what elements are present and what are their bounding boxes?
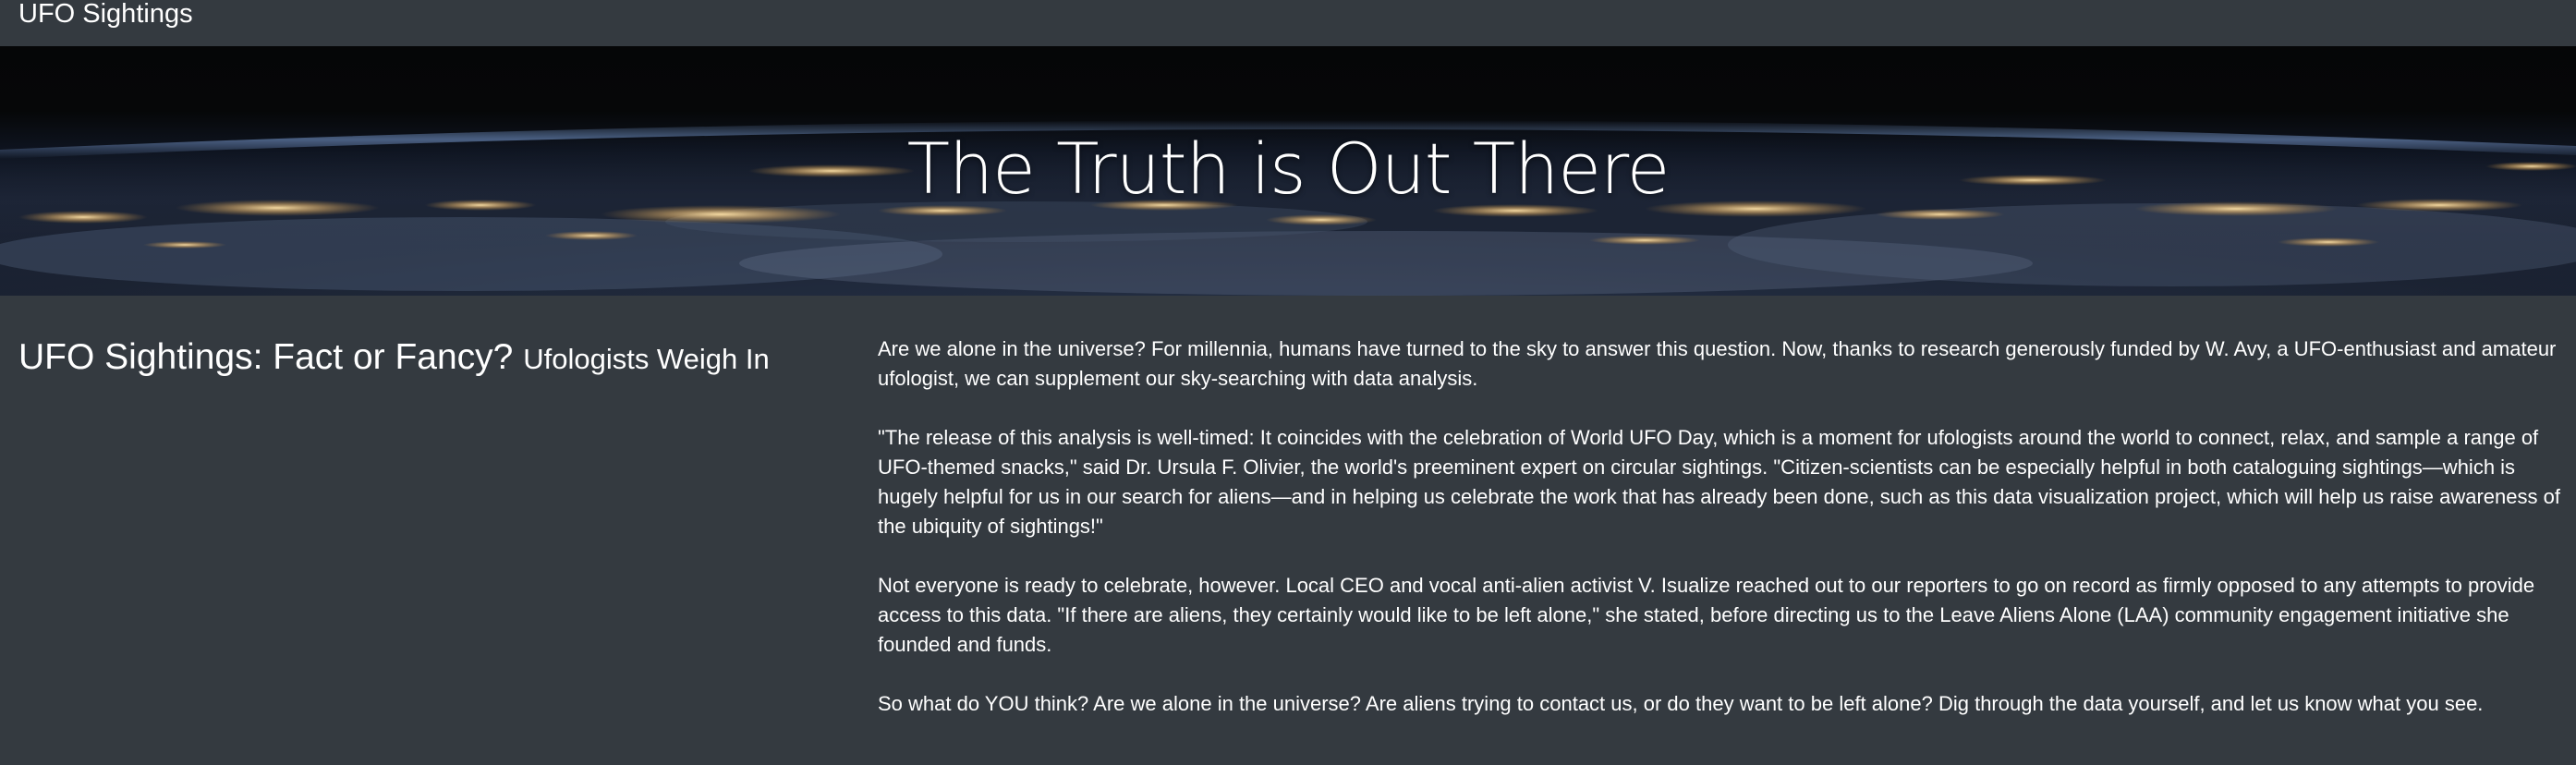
article-paragraph: "The release of this analysis is well-ti…	[878, 426, 2560, 538]
article-title: UFO Sightings: Fact or Fancy?	[18, 337, 514, 377]
article-heading: UFO Sightings: Fact or Fancy? Ufologists…	[18, 334, 850, 382]
article-paragraph: Not everyone is ready to celebrate, howe…	[878, 574, 2535, 656]
navbar-brand-link[interactable]: UFO Sightings	[18, 0, 193, 28]
hero-banner: The Truth is Out There	[0, 46, 2576, 296]
article-paragraph: Are we alone in the universe? For millen…	[878, 337, 2557, 390]
article-paragraph: So what do YOU think? Are we alone in th…	[878, 692, 2484, 715]
navbar: UFO Sightings	[0, 0, 2576, 46]
main-content: UFO Sightings: Fact or Fancy? Ufologists…	[0, 296, 2576, 765]
hero-title: The Truth is Out There	[906, 128, 1671, 210]
article-subtitle: Ufologists Weigh In	[523, 343, 770, 375]
article-body: Are we alone in the universe? For millen…	[878, 334, 2569, 748]
